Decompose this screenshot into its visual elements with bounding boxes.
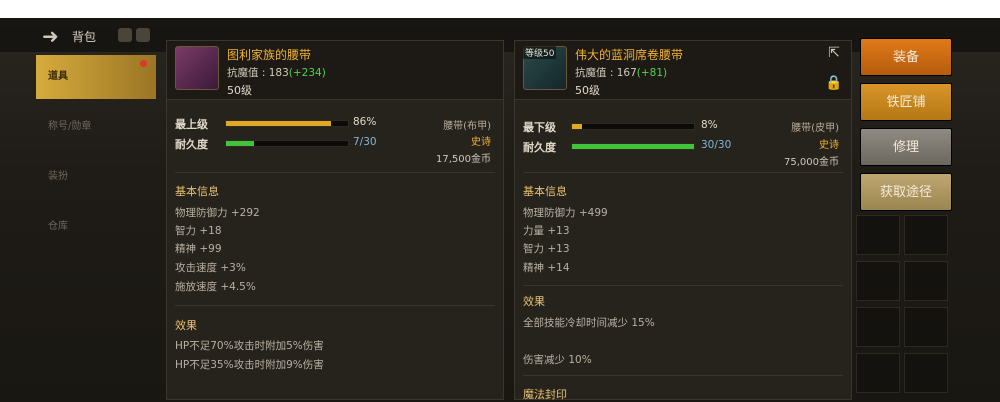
durability-bar <box>571 143 695 150</box>
magic-resist: 抗魔值 : 183(+234) <box>227 65 326 80</box>
inventory-slot[interactable] <box>856 215 900 255</box>
blacksmith-button[interactable]: 铁匠铺 <box>860 83 952 121</box>
sidebar-item-avatar[interactable]: 装扮 <box>36 155 156 199</box>
obtain-source-button[interactable]: 获取途径 <box>860 173 952 211</box>
item-price: 75,000金币 <box>784 157 839 168</box>
quality-bar-fill <box>226 121 331 126</box>
item-name: 伟大的蓝洞席卷腰带 <box>575 48 684 62</box>
page-title: 背包 <box>72 30 97 44</box>
effect-line: HP不足70%攻击时附加5%伤害 <box>175 340 324 352</box>
effect-line: 伤害减少 10% <box>523 354 592 366</box>
sidebar-item-items[interactable]: 道具 <box>36 55 156 99</box>
inventory-slot[interactable] <box>904 307 948 347</box>
sidebar-item-titles[interactable]: 称号/勋章 <box>36 105 156 149</box>
item-type: 腰带(皮甲) <box>791 123 839 134</box>
durability-label: 耐久度 <box>523 141 556 154</box>
quality-percent: 8% <box>701 119 718 131</box>
equip-button[interactable]: 装备 <box>860 38 952 76</box>
item-tooltip-left: 图利家族的腰带 抗魔值 : 183(+234) 50级 最上级 86% 耐久度 … <box>166 40 504 400</box>
item-rarity: 史诗 <box>819 140 839 151</box>
durability-value: 7/30 <box>353 136 377 148</box>
item-type: 腰带(布甲) <box>443 121 491 132</box>
inventory-slot[interactable] <box>856 307 900 347</box>
basic-info-title: 基本信息 <box>523 185 567 198</box>
stat-line: 精神 +14 <box>523 262 570 274</box>
quality-bar <box>571 123 695 130</box>
durability-bar <box>225 140 349 147</box>
inventory-slot[interactable] <box>904 215 948 255</box>
item-rarity: 史诗 <box>471 137 491 148</box>
inventory-slot[interactable] <box>904 261 948 301</box>
quality-percent: 86% <box>353 116 377 128</box>
top-shortcut-icons[interactable] <box>118 27 158 43</box>
item-name: 图利家族的腰带 <box>227 48 312 62</box>
divider <box>175 172 495 173</box>
item-level: 50级 <box>227 84 252 97</box>
durability-label: 耐久度 <box>175 138 208 151</box>
durability-value: 30/30 <box>701 139 732 151</box>
stat-line: 施放速度 +4.5% <box>175 281 256 293</box>
basic-info-title: 基本信息 <box>175 185 219 198</box>
magic-resist-label: 抗魔值 : 167 <box>575 67 637 79</box>
magic-resist-bonus: (+81) <box>636 67 668 79</box>
effect-line: 全部技能冷却时间减少 15% <box>523 317 655 329</box>
quality-label: 最下级 <box>523 121 556 134</box>
back-arrow-icon[interactable]: ➜ <box>42 24 66 48</box>
quality-bar <box>225 120 349 127</box>
quality-label: 最上级 <box>175 118 208 131</box>
stat-line: 智力 +13 <box>523 243 570 255</box>
divider <box>523 375 843 376</box>
stat-line: 物理防御力 +499 <box>523 207 608 219</box>
durability-bar-fill <box>572 144 694 149</box>
stat-line: 智力 +18 <box>175 225 222 237</box>
repair-button[interactable]: 修理 <box>860 128 952 166</box>
divider <box>523 285 843 286</box>
screen-top-border <box>0 0 1000 18</box>
belt-item-icon <box>175 46 219 90</box>
share-icon[interactable]: ⇱ <box>825 45 843 61</box>
inventory-slot[interactable] <box>856 261 900 301</box>
magic-resist-bonus: (+234) <box>288 67 326 79</box>
menu-icon[interactable] <box>136 28 150 42</box>
item-level: 50级 <box>575 84 600 97</box>
divider <box>175 305 495 306</box>
divider <box>523 172 843 173</box>
lock-icon[interactable]: 🔒 <box>825 75 843 91</box>
notification-dot <box>140 60 147 67</box>
stat-line: 力量 +13 <box>523 225 570 237</box>
item-header: 等级50 伟大的蓝洞席卷腰带 抗魔值 : 167(+81) 50级 ⇱ 🔒 <box>515 41 851 100</box>
magic-resist-label: 抗魔值 : 183 <box>227 67 289 79</box>
stat-line: 攻击速度 +3% <box>175 262 246 274</box>
inventory-grid <box>856 215 956 400</box>
magic-resist: 抗魔值 : 167(+81) <box>575 65 667 80</box>
effect-line: HP不足35%攻击时附加9%伤害 <box>175 359 324 371</box>
sidebar-item-storage[interactable]: 仓库 <box>36 205 156 249</box>
effect-title: 效果 <box>175 319 197 332</box>
inventory-sidebar: 道具 称号/勋章 装扮 仓库 <box>36 55 156 400</box>
item-tooltip-right: 等级50 伟大的蓝洞席卷腰带 抗魔值 : 167(+81) 50级 ⇱ 🔒 最下… <box>514 40 852 401</box>
item-header: 图利家族的腰带 抗魔值 : 183(+234) 50级 <box>167 41 503 100</box>
inventory-slot[interactable] <box>904 353 948 393</box>
item-price: 17,500金币 <box>436 154 491 165</box>
stat-line: 精神 +99 <box>175 243 222 255</box>
inventory-slot[interactable] <box>856 353 900 393</box>
stat-line: 物理防御力 +292 <box>175 207 260 219</box>
durability-bar-fill <box>226 141 255 146</box>
effect-title: 效果 <box>523 295 545 308</box>
quality-bar-fill <box>572 124 582 129</box>
settings-icon[interactable] <box>118 28 132 42</box>
item-level-tag: 等级50 <box>523 46 557 59</box>
